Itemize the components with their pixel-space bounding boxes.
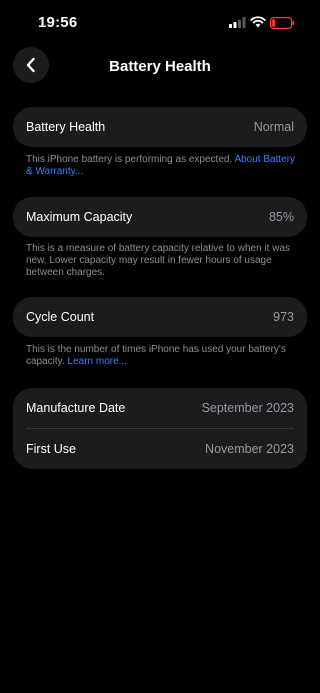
cycle-count-footnote-text: This is the number of times iPhone has u…: [26, 344, 286, 367]
manufacture-date-value: September 2023: [201, 401, 294, 415]
battery-icon: [270, 17, 295, 29]
maximum-capacity-card: Maximum Capacity 85%: [13, 197, 307, 237]
battery-health-screen: 19:56 Battery Health Battery Health Norm…: [0, 0, 320, 693]
cycle-count-card: Cycle Count 973: [13, 297, 307, 337]
cellular-signal-icon: [229, 17, 246, 28]
status-time: 19:56: [38, 14, 78, 31]
status-bar: 19:56: [0, 0, 320, 44]
dates-card: Manufacture Date September 2023 First Us…: [13, 388, 307, 469]
battery-health-footnote-text: This iPhone battery is performing as exp…: [26, 154, 233, 165]
manufacture-date-label: Manufacture Date: [26, 401, 126, 415]
maximum-capacity-value: 85%: [268, 210, 294, 224]
cycle-count-footnote: This is the number of times iPhone has u…: [26, 344, 296, 368]
battery-health-value: Normal: [253, 120, 294, 134]
battery-health-footnote: This iPhone battery is performing as exp…: [26, 154, 296, 178]
cycle-count-label: Cycle Count: [26, 310, 95, 324]
cycle-count-value: 973: [273, 310, 294, 324]
battery-health-label: Battery Health: [26, 120, 106, 134]
battery-health-card[interactable]: Battery Health Normal: [13, 107, 307, 147]
page-title: Battery Health: [109, 58, 211, 75]
first-use-value: November 2023: [205, 442, 294, 456]
first-use-label: First Use: [26, 442, 76, 456]
learn-more-link[interactable]: Learn more...: [68, 356, 127, 367]
maximum-capacity-label: Maximum Capacity: [26, 210, 133, 224]
wifi-icon: [250, 16, 266, 28]
maximum-capacity-footnote: This is a measure of battery capacity re…: [26, 243, 291, 278]
